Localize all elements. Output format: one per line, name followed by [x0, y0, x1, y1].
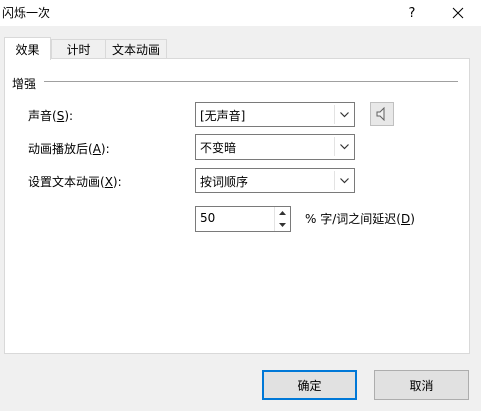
spin-down-button[interactable] [274, 219, 290, 231]
tab-text-animation[interactable]: 文本动画 [105, 39, 167, 58]
title-bar: 闪烁一次 ? [0, 0, 481, 26]
help-button[interactable]: ? [394, 0, 430, 26]
ok-button[interactable]: 确定 [262, 370, 357, 400]
after-animation-select[interactable]: 不变暗 [195, 134, 355, 160]
group-divider [44, 81, 458, 82]
tab-effect[interactable]: 效果 [4, 37, 51, 60]
chevron-down-icon [340, 177, 349, 183]
window-title: 闪烁一次 [2, 6, 51, 20]
tab-timing[interactable]: 计时 [51, 39, 106, 58]
sound-select-value: [无声音] [200, 109, 246, 123]
delay-input[interactable]: 50 [200, 211, 215, 225]
triangle-down-icon [279, 223, 286, 227]
speaker-icon [376, 107, 385, 121]
delay-suffix-label: % 字/词之间延迟(D) [305, 212, 415, 226]
animate-text-select[interactable]: 按词顺序 [195, 168, 355, 193]
triangle-up-icon [279, 211, 286, 215]
sound-select[interactable]: [无声音] [195, 102, 355, 127]
after-animation-label: 动画播放后(A): [28, 142, 110, 156]
animate-text-select-arrow[interactable] [335, 169, 354, 192]
chevron-down-icon [340, 111, 349, 117]
sound-select-arrow[interactable] [335, 103, 354, 126]
chevron-down-icon [340, 144, 349, 150]
cancel-button[interactable]: 取消 [374, 370, 469, 400]
sound-preview-button[interactable] [370, 102, 394, 126]
animate-text-label: 设置文本动画(X): [28, 175, 122, 189]
close-button[interactable] [440, 0, 476, 26]
after-animation-select-arrow[interactable] [335, 135, 354, 159]
delay-spinner[interactable]: 50 [195, 206, 291, 232]
group-label-enhancements: 增强 [12, 75, 41, 92]
after-animation-select-value: 不变暗 [200, 141, 237, 155]
animate-text-select-value: 按词顺序 [200, 175, 249, 189]
close-icon [452, 7, 464, 19]
sound-label: 声音(S): [28, 109, 74, 123]
spin-up-button[interactable] [274, 207, 290, 219]
